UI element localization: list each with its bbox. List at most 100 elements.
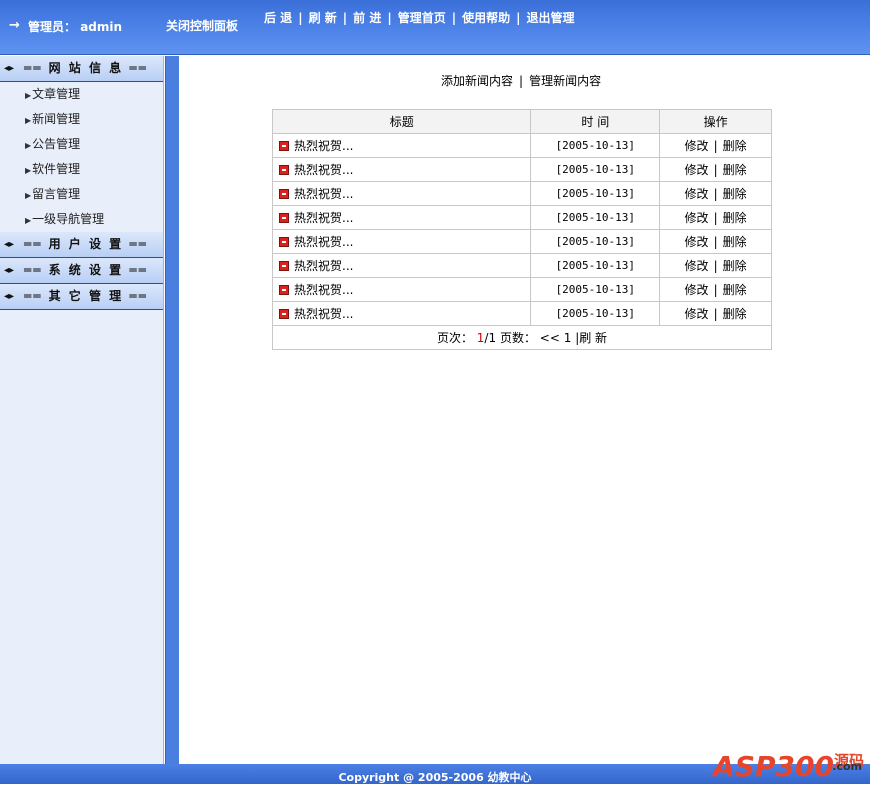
table-row: 热烈祝贺... [2005-10-13] 修改 | 删除 [273, 230, 772, 254]
red-square-icon [279, 189, 289, 199]
pager: 页次： 1/1 页数： << 1 |刷 新 [273, 326, 772, 350]
nav-separator: | [387, 11, 391, 25]
small-triangle-icon: ▶ [25, 116, 31, 125]
nav-admin-home[interactable]: 管理首页 [398, 11, 446, 25]
news-title-link[interactable]: 热烈祝贺... [294, 259, 353, 273]
table-header-row: 标题 时 间 操作 [273, 110, 772, 134]
pager-page-link[interactable]: 1 [564, 331, 572, 345]
delete-link[interactable]: 删除 [723, 283, 747, 297]
sidebar-item-software[interactable]: ▶软件管理 [0, 157, 163, 182]
delete-link[interactable]: 删除 [723, 163, 747, 177]
sidebar-item-label: 一级导航管理 [32, 212, 104, 226]
nav-help[interactable]: 使用帮助 [462, 11, 510, 25]
news-time-cell: [2005-10-13] [531, 230, 660, 254]
sidebar-item-articles[interactable]: ▶文章管理 [0, 82, 163, 107]
sidebar-item-announcements[interactable]: ▶公告管理 [0, 132, 163, 157]
main-content: 添加新闻内容|管理新闻内容 标题 时 间 操作 热烈祝贺...[2005-10-… [179, 56, 870, 764]
table-row: 热烈祝贺...[2005-10-13]修改|删除 [273, 206, 772, 230]
edit-link[interactable]: 修改 [685, 139, 709, 153]
red-square-icon [279, 213, 289, 223]
news-actions-cell: 修改|删除 [660, 158, 772, 182]
copyright-text: Copyright @ 2005-2006 幼教中心 [338, 771, 531, 784]
news-title-link[interactable]: 热烈祝贺... [294, 235, 353, 249]
sidebar-section-system-settings[interactable]: ◂▸ ══ 系 统 设 置 ══ [0, 258, 163, 284]
close-panel-link[interactable]: 关闭控制面板 [166, 17, 238, 34]
action-separator: | [714, 187, 718, 201]
sidebar-section-other[interactable]: ◂▸ ══ 其 它 管 理 ══ [0, 284, 163, 310]
news-actions-cell: 修改 | 删除 [660, 254, 772, 278]
news-title-cell: 热烈祝贺... [273, 254, 531, 278]
news-title-link[interactable]: 热烈祝贺... [294, 211, 353, 225]
nav-separator: | [343, 11, 347, 25]
news-title-link[interactable]: 热烈祝贺... [294, 307, 353, 321]
news-title-link[interactable]: 热烈祝贺... [294, 283, 353, 297]
news-actions-cell: 修改 | 删除 [660, 134, 772, 158]
sidebar-divider-band[interactable] [165, 56, 179, 764]
action-separator: | [714, 235, 718, 249]
news-actions-cell: 修改 | 删除 [660, 206, 772, 230]
pager-pages-label: 页数： [500, 331, 536, 345]
add-news-link[interactable]: 添加新闻内容 [441, 74, 513, 88]
news-title-link[interactable]: 热烈祝贺... [294, 163, 353, 177]
pager-row: 页次： 1/1 页数： << 1 |刷 新 [273, 326, 772, 350]
delete-link[interactable]: 删除 [723, 211, 747, 225]
admin-label: 管理员： admin [28, 18, 122, 35]
red-square-icon [279, 309, 289, 319]
asp300-logo: ASP300源码 .com [713, 746, 864, 782]
nav-separator: | [298, 11, 302, 25]
pager-refresh-link[interactable]: |刷 新 [575, 331, 607, 345]
news-time-cell: [2005-10-13] [531, 158, 660, 182]
edit-link[interactable]: 修改 [685, 235, 709, 249]
table-row: 热烈祝贺... [2005-10-13]修改|删除 [273, 158, 772, 182]
nav-forward[interactable]: 前 进 [353, 11, 381, 25]
action-separator: | [714, 211, 718, 225]
news-title-link[interactable]: 热烈祝贺... [294, 139, 353, 153]
nav-logout[interactable]: 退出管理 [527, 11, 575, 25]
small-triangle-icon: ▶ [25, 191, 31, 200]
column-header-actions: 操作 [660, 110, 772, 134]
delete-link[interactable]: 删除 [723, 187, 747, 201]
action-separator: | [714, 139, 718, 153]
sidebar-section-user-settings[interactable]: ◂▸ ══ 用 户 设 置 ══ [0, 232, 163, 258]
arrow-icon: → [9, 18, 20, 33]
expand-arrow-icon: ◂▸ [4, 258, 14, 283]
content-actions: 添加新闻内容|管理新闻内容 [441, 72, 601, 89]
edit-link[interactable]: 修改 [685, 259, 709, 273]
sidebar-section-site-info[interactable]: ◂▸ ══ 网 站 信 息 ══ [0, 56, 163, 82]
delete-link[interactable]: 删除 [723, 259, 747, 273]
news-time-cell: [2005-10-13] [531, 302, 660, 326]
news-actions-cell: 修改 | 删除 [660, 230, 772, 254]
top-header-bar: → 管理员： admin 关闭控制面板 后 退 | 刷 新 | 前 进 | 管理首页 | 使用帮… [0, 0, 870, 55]
delete-link[interactable]: 删除 [723, 307, 747, 321]
manage-news-link[interactable]: 管理新闻内容 [529, 74, 601, 88]
small-triangle-icon: ▶ [25, 166, 31, 175]
action-separator: | [714, 259, 718, 273]
sidebar-item-news[interactable]: ▶新闻管理 [0, 107, 163, 132]
sidebar-item-top-nav[interactable]: ▶一级导航管理 [0, 207, 163, 232]
nav-separator: | [452, 11, 456, 25]
small-triangle-icon: ▶ [25, 141, 31, 150]
news-title-cell: 热烈祝贺... [273, 278, 531, 302]
delete-link[interactable]: 删除 [723, 139, 747, 153]
sidebar-item-guestbook[interactable]: ▶留言管理 [0, 182, 163, 207]
edit-link[interactable]: 修改 [685, 187, 709, 201]
edit-link[interactable]: 修改 [685, 163, 709, 177]
delete-link[interactable]: 删除 [723, 235, 747, 249]
news-actions-cell: 修改|删除 [660, 302, 772, 326]
pager-total-pages: /1 [484, 331, 496, 345]
expand-arrow-icon: ◂▸ [4, 56, 14, 81]
nav-refresh[interactable]: 刷 新 [309, 11, 337, 25]
pager-prev-link[interactable]: << [540, 331, 560, 345]
sidebar-item-label: 软件管理 [32, 162, 80, 176]
news-time-cell: [2005-10-13] [531, 134, 660, 158]
edit-link[interactable]: 修改 [685, 283, 709, 297]
nav-back[interactable]: 后 退 [264, 11, 292, 25]
news-title-link[interactable]: 热烈祝贺... [294, 187, 353, 201]
top-nav: 后 退|刷 新|前 进|管理首页|使用帮助|退出管理 [264, 11, 619, 25]
edit-link[interactable]: 修改 [685, 211, 709, 225]
table-row: 热烈祝贺...[2005-10-13]修改|删除 [273, 278, 772, 302]
logo-domain-text: .com [832, 752, 862, 782]
section-label: ══ 系 统 设 置 ══ [24, 258, 148, 283]
edit-link[interactable]: 修改 [685, 307, 709, 321]
news-title-cell: 热烈祝贺... [273, 302, 531, 326]
